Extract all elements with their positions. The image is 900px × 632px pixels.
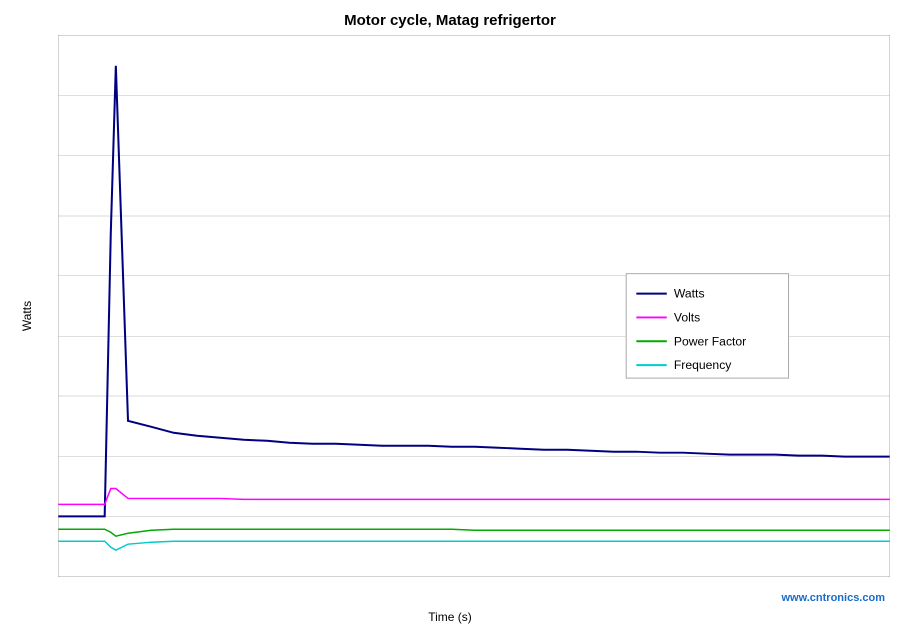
svg-text:Frequency: Frequency [674, 358, 731, 372]
svg-text:Power Factor: Power Factor [674, 334, 746, 348]
chart-title: Motor cycle, Matag refrigertor [0, 0, 900, 29]
svg-text:Volts: Volts [674, 311, 700, 325]
chart-container: Motor cycle, Matag refrigertor Watts Tim… [0, 0, 900, 632]
watermark: www.cntronics.com [781, 592, 885, 604]
chart-area: 0 100 200 300 400 500 600 700 800 900 1 … [58, 35, 890, 577]
x-axis-label: Time (s) [428, 610, 472, 624]
chart-svg: 0 100 200 300 400 500 600 700 800 900 1 … [58, 35, 890, 577]
svg-text:Watts: Watts [674, 287, 705, 301]
y-axis-label: Watts [20, 301, 34, 331]
